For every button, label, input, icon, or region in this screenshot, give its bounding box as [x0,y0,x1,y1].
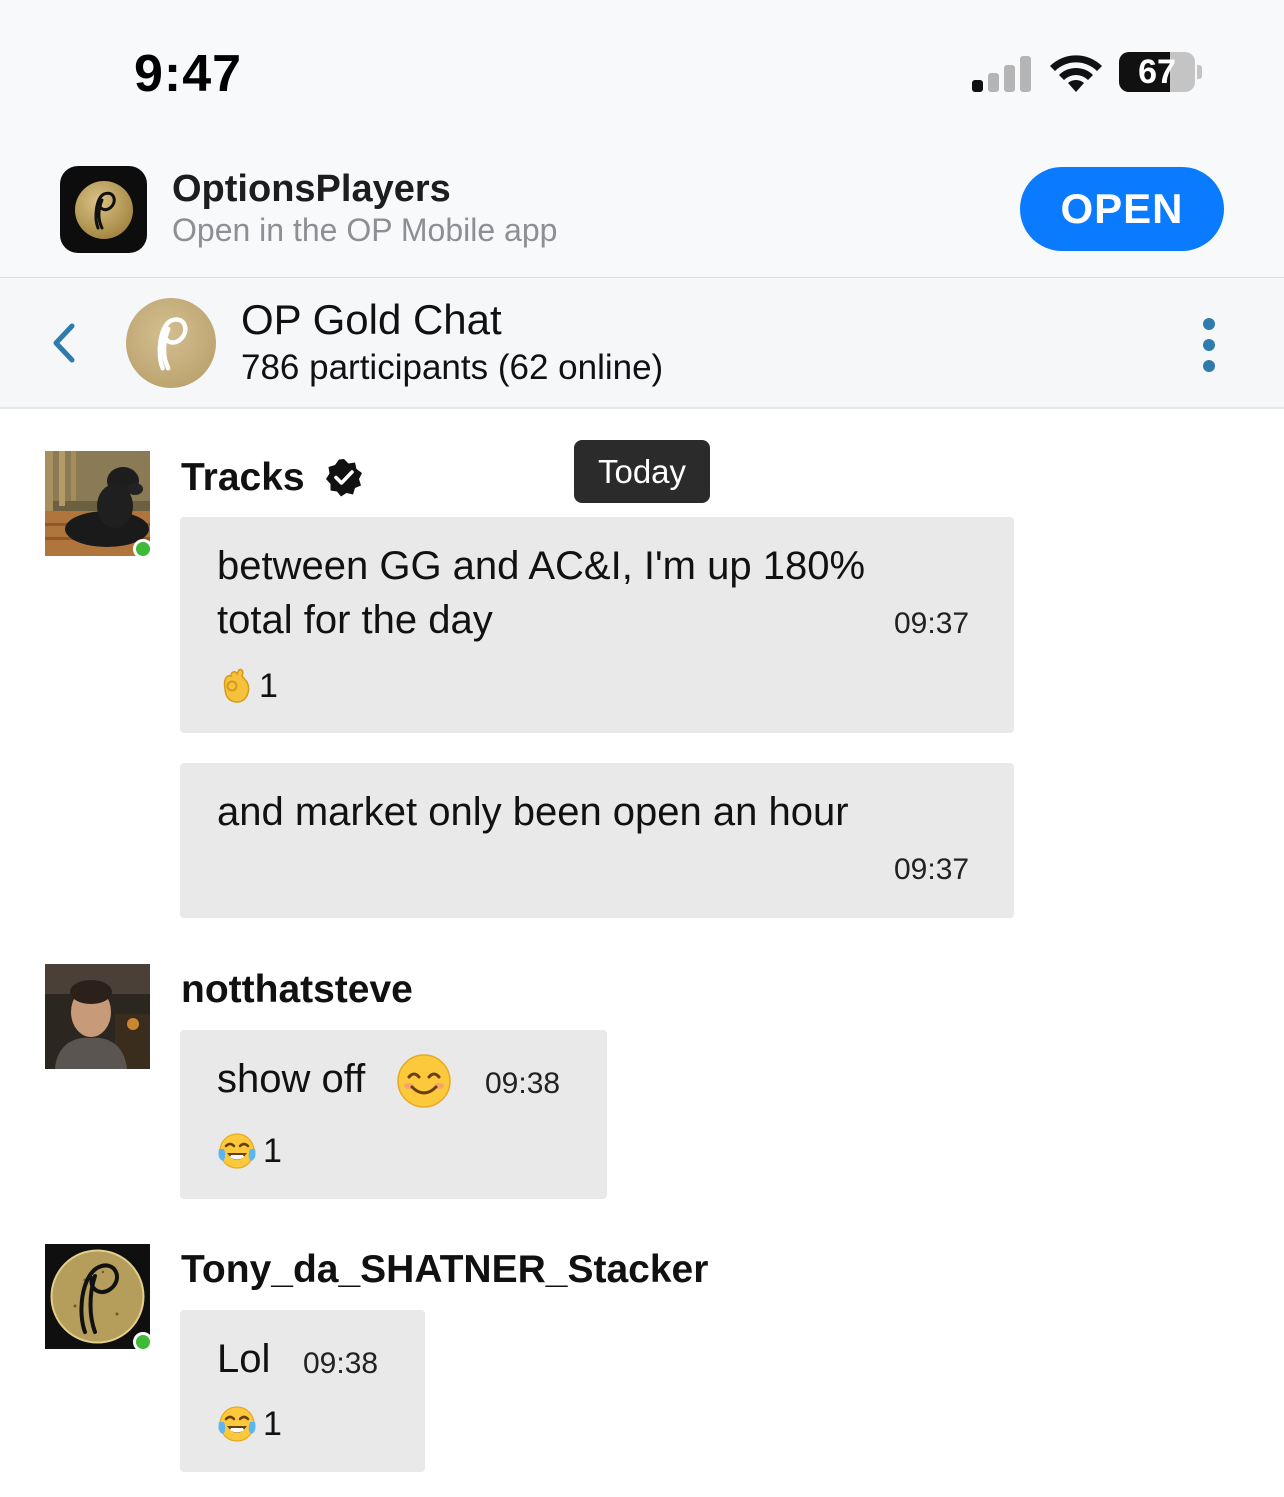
group-avatar[interactable] [126,298,216,388]
message-text: and market only been open an hour [217,790,849,834]
reaction-chip[interactable]: 1 [217,1404,282,1444]
status-time: 9:47 [134,45,243,103]
day-separator: Today [574,440,710,503]
reaction-count: 1 [263,1131,282,1170]
chat-title[interactable]: OP Gold Chat [241,296,502,344]
app-icon[interactable] [60,166,147,253]
reaction-count: 1 [259,666,278,705]
wifi-icon [1050,55,1102,92]
op-logo-icon [94,191,116,229]
participants-count: 786 participants (62 online) [241,348,664,387]
online-indicator [133,1332,153,1352]
battery-percent: 67 [1138,53,1176,91]
op-logo-icon [157,317,188,371]
kebab-menu-icon[interactable] [1194,318,1224,372]
chevron-left-icon[interactable] [42,318,86,368]
ok-hand-emoji-icon [223,668,250,703]
message-time: 09:38 [485,1067,561,1100]
message-text: Lol [217,1337,271,1381]
cellular-signal-icon [972,56,1034,92]
message-bubble[interactable]: between GG and AC&I, I'm up 180% total f… [180,517,1014,733]
reaction-count: 1 [263,1404,282,1443]
message-author[interactable]: Tony_da_SHATNER_Stacker [181,1248,708,1292]
reaction-chip[interactable]: 1 [217,1131,282,1171]
battery-icon: 67 [1119,52,1202,92]
status-bar: 9:47 67 [0,0,1284,130]
message-bubble[interactable]: and market only been open an hour 09:37 [180,763,1014,918]
message-text-line: between GG and AC&I, I'm up 180% [217,544,866,588]
message-text: show off [217,1057,366,1101]
app-name: OptionsPlayers [172,168,451,210]
message-text-line: total for the day [217,598,493,642]
message-author[interactable]: Tracks [181,456,305,500]
tears-of-joy-emoji-icon [218,1406,256,1442]
tears-of-joy-emoji-icon [218,1133,256,1169]
open-app-button[interactable]: OPEN [1020,167,1224,251]
message-time: 09:37 [894,853,970,886]
smart-app-banner: OptionsPlayers Open in the OP Mobile app… [0,130,1284,278]
online-indicator [133,539,153,559]
avatar-tony-da-shatner-stacker[interactable] [45,1244,150,1349]
chat-header: OP Gold Chat 786 participants (62 online… [0,278,1284,409]
reaction-chip[interactable]: 1 [217,666,278,706]
message-bubble[interactable]: show off 09:38 1 [180,1030,607,1199]
verified-badge-icon [326,459,362,497]
message-author[interactable]: notthatsteve [181,968,413,1012]
message-time: 09:38 [303,1347,379,1380]
message-time: 09:37 [894,607,970,640]
avatar-tracks[interactable] [45,451,150,556]
smiling-face-emoji-icon [397,1054,451,1108]
avatar-notthatsteve[interactable] [45,964,150,1069]
message-bubble[interactable]: Lol 09:38 1 [180,1310,425,1472]
app-subtitle: Open in the OP Mobile app [172,212,558,248]
